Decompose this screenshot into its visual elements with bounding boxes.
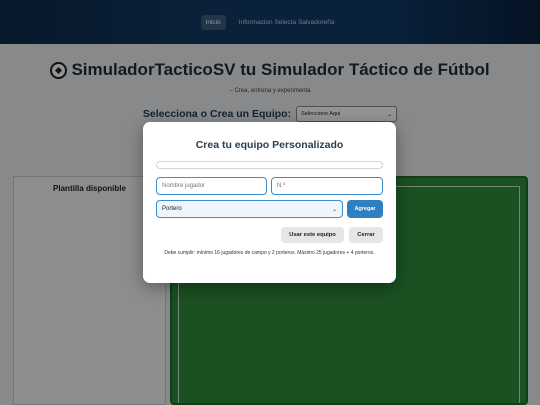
player-name-placeholder: Nombre jugador [162,183,206,189]
player-number-input[interactable]: N.º [271,177,383,195]
position-select[interactable]: Portero ⌄ [156,200,343,218]
position-select-value: Portero [162,206,182,212]
player-name-input[interactable]: Nombre jugador [156,177,267,195]
close-button[interactable]: Cerrar [349,227,383,243]
team-rules-text: Debe cumplir: mínimo 16 jugadores de cam… [164,250,375,256]
team-name-input[interactable] [156,161,383,169]
modal-title: Crea tu equipo Personalizado [195,139,344,151]
add-player-button[interactable]: Agregar [347,200,383,218]
create-team-modal: Crea tu equipo Personalizado Nombre juga… [143,122,396,283]
player-number-placeholder: N.º [277,183,286,189]
chevron-down-icon: ⌄ [331,206,337,213]
use-team-button[interactable]: Usar este equipo [281,227,344,243]
